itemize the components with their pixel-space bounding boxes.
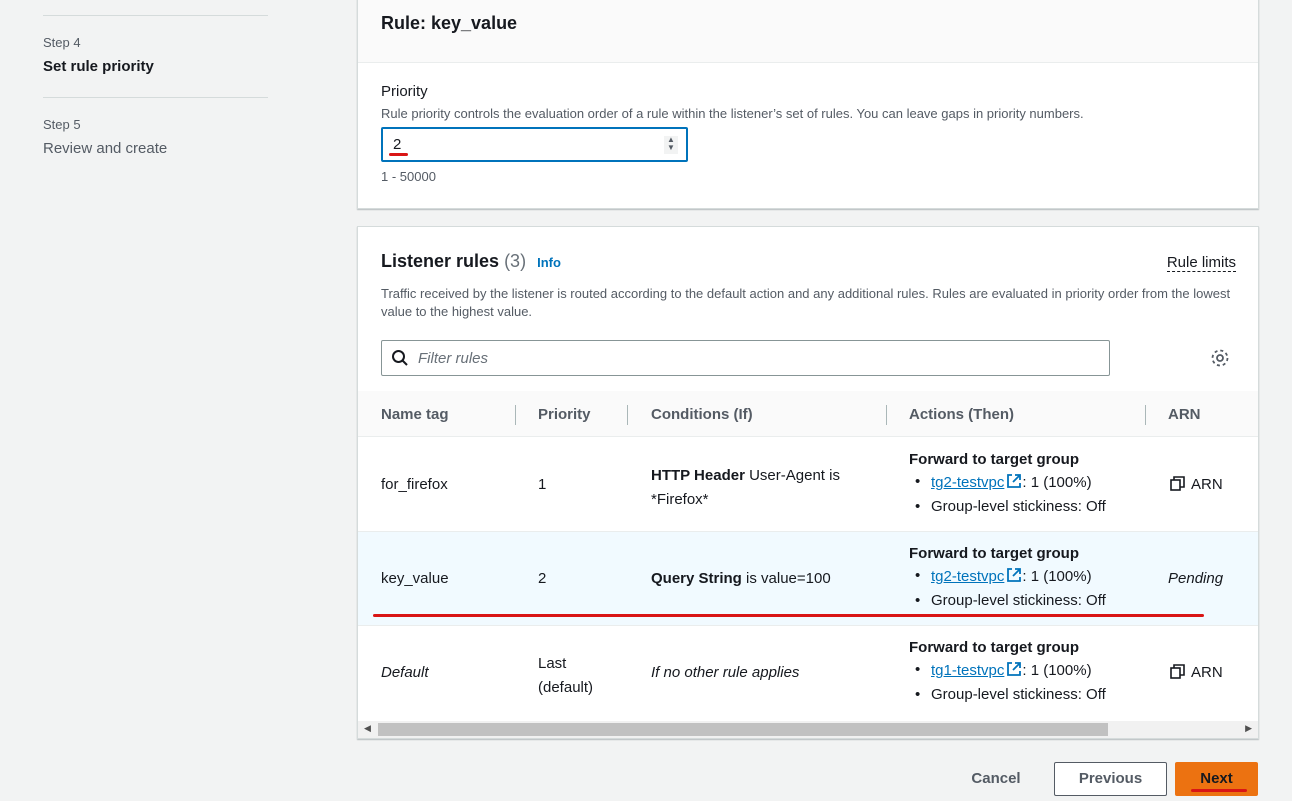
listener-rules-title: Listener rules	[381, 251, 500, 271]
next-button[interactable]: Next	[1175, 762, 1258, 796]
target-group-link[interactable]: tg2-testvpc	[931, 474, 1004, 491]
scroll-right-icon[interactable]: ▶	[1245, 723, 1252, 734]
arn-label: ARN	[1191, 476, 1223, 493]
priority-cell: Last (default)	[538, 652, 593, 700]
annotation-underline	[389, 153, 408, 156]
stickiness-line: Group-level stickiness: Off	[909, 686, 1106, 703]
cancel-button[interactable]: Cancel	[955, 765, 1037, 793]
target-weight: : 1 (100%)	[1022, 662, 1092, 679]
target-weight: : 1 (100%)	[1022, 474, 1092, 491]
action-cell: Forward to target group tg1-testvpc : 1 (…	[909, 639, 1106, 703]
column-divider[interactable]	[1145, 405, 1146, 425]
copy-icon[interactable]	[1170, 476, 1185, 495]
external-link-icon[interactable]	[1006, 567, 1022, 587]
gear-icon[interactable]	[1210, 348, 1230, 371]
arn-pending: Pending	[1168, 570, 1224, 587]
column-header-priority[interactable]: Priority	[538, 406, 591, 423]
previous-button[interactable]: Previous	[1054, 762, 1167, 796]
step-title: Review and create	[43, 140, 168, 157]
target-group-line: tg1-testvpc : 1 (100%)	[909, 661, 1106, 681]
condition-text: is value=100	[741, 570, 831, 587]
rule-limits-link[interactable]: Rule limits	[1166, 254, 1236, 272]
step-title: Set rule priority	[43, 58, 154, 75]
number-spinner[interactable]: ▲ ▼	[664, 136, 678, 154]
step-divider	[43, 97, 268, 98]
priority-constraint: 1 - 50000	[381, 169, 436, 184]
column-divider[interactable]	[515, 405, 516, 425]
target-group-line: tg2-testvpc : 1 (100%)	[909, 473, 1106, 493]
condition-text: User-Agent is	[744, 467, 840, 484]
stickiness-line: Group-level stickiness: Off	[909, 498, 1106, 515]
table-header: Name tag Priority Conditions (If) Action…	[358, 391, 1258, 437]
copy-icon[interactable]	[1170, 664, 1185, 683]
listener-rules-heading: Listener rules (3) Info	[381, 251, 561, 272]
condition-cell: If no other rule applies	[651, 664, 800, 681]
info-link[interactable]: Info	[537, 255, 561, 270]
condition-type: Query String	[651, 570, 742, 587]
filter-rules-input[interactable]: Filter rules	[381, 340, 1110, 376]
scrollbar-thumb[interactable]	[378, 723, 1108, 736]
action-cell: Forward to target group tg2-testvpc : 1 (…	[909, 451, 1106, 515]
annotation-underline	[1191, 789, 1247, 792]
priority-value: 2	[393, 136, 402, 153]
spin-down-icon[interactable]: ▼	[664, 144, 678, 152]
priority-cell: 1	[538, 476, 547, 493]
condition-cell: HTTP Header User-Agent is *Firefox*	[651, 464, 871, 512]
step-5[interactable]: Step 5 Review and create	[43, 117, 268, 157]
arn-cell[interactable]: ARN	[1170, 476, 1223, 495]
action-title: Forward to target group	[909, 639, 1079, 656]
condition-value: *Firefox*	[651, 491, 709, 508]
priority-description: Rule priority controls the evaluation or…	[381, 106, 1084, 121]
target-group-link[interactable]: tg2-testvpc	[931, 568, 1004, 585]
scroll-left-icon[interactable]: ◀	[364, 723, 371, 734]
name-tag-cell: key_value	[381, 570, 449, 587]
filter-placeholder: Filter rules	[418, 350, 489, 367]
priority-label: Priority	[381, 83, 428, 100]
column-header-actions[interactable]: Actions (Then)	[909, 406, 1014, 423]
table-row-pending[interactable]: key_value 2 Query String is value=100 Fo…	[358, 532, 1258, 626]
condition-cell: Query String is value=100	[651, 570, 831, 587]
priority-cell: 2	[538, 570, 547, 587]
next-label: Next	[1200, 770, 1233, 787]
priority-line: (default)	[538, 679, 594, 696]
arn-label: ARN	[1191, 664, 1223, 681]
action-title: Forward to target group	[909, 545, 1079, 562]
target-group-link[interactable]: tg1-testvpc	[931, 662, 1004, 679]
table-row[interactable]: for_firefox 1 HTTP Header User-Agent is …	[358, 438, 1258, 532]
target-group-line: tg2-testvpc : 1 (100%)	[909, 567, 1106, 587]
stickiness-line: Group-level stickiness: Off	[909, 592, 1106, 609]
column-divider[interactable]	[627, 405, 628, 425]
name-tag-cell: Default	[381, 664, 429, 681]
column-header-name-tag[interactable]: Name tag	[381, 406, 449, 423]
step-number: Step 5	[43, 117, 81, 132]
action-cell: Forward to target group tg2-testvpc : 1 (…	[909, 545, 1106, 609]
horizontal-scrollbar[interactable]: ◀ ▶	[358, 721, 1258, 738]
table-row-default[interactable]: Default Last (default) If no other rule …	[358, 626, 1258, 720]
column-header-conditions[interactable]: Conditions (If)	[651, 406, 753, 423]
listener-rules-description: Traffic received by the listener is rout…	[381, 286, 1231, 319]
arn-cell[interactable]: ARN	[1170, 664, 1223, 683]
step-divider	[43, 15, 268, 16]
rules-count: (3)	[504, 251, 527, 271]
rule-priority-panel: Rule: key_value Priority Rule priority c…	[357, 0, 1259, 209]
panel-header: Rule: key_value	[358, 0, 1258, 63]
step-number: Step 4	[43, 35, 81, 50]
priority-input[interactable]: 2 ▲ ▼	[381, 127, 688, 162]
wizard-steps: Step 4 Set rule priority Step 5 Review a…	[43, 0, 268, 157]
priority-line: Last	[538, 655, 567, 672]
column-divider[interactable]	[886, 405, 887, 425]
external-link-icon[interactable]	[1006, 473, 1022, 493]
search-icon	[391, 349, 409, 370]
listener-rules-panel: Listener rules (3) Info Rule limits Traf…	[357, 226, 1259, 739]
action-title: Forward to target group	[909, 451, 1079, 468]
external-link-icon[interactable]	[1006, 661, 1022, 681]
target-weight: : 1 (100%)	[1022, 568, 1092, 585]
step-4[interactable]: Step 4 Set rule priority	[43, 35, 268, 75]
name-tag-cell: for_firefox	[381, 476, 448, 493]
column-header-arn[interactable]: ARN	[1168, 406, 1201, 423]
condition-type: HTTP Header	[651, 467, 745, 484]
rule-title: Rule: key_value	[381, 13, 518, 33]
annotation-underline	[373, 614, 1204, 617]
